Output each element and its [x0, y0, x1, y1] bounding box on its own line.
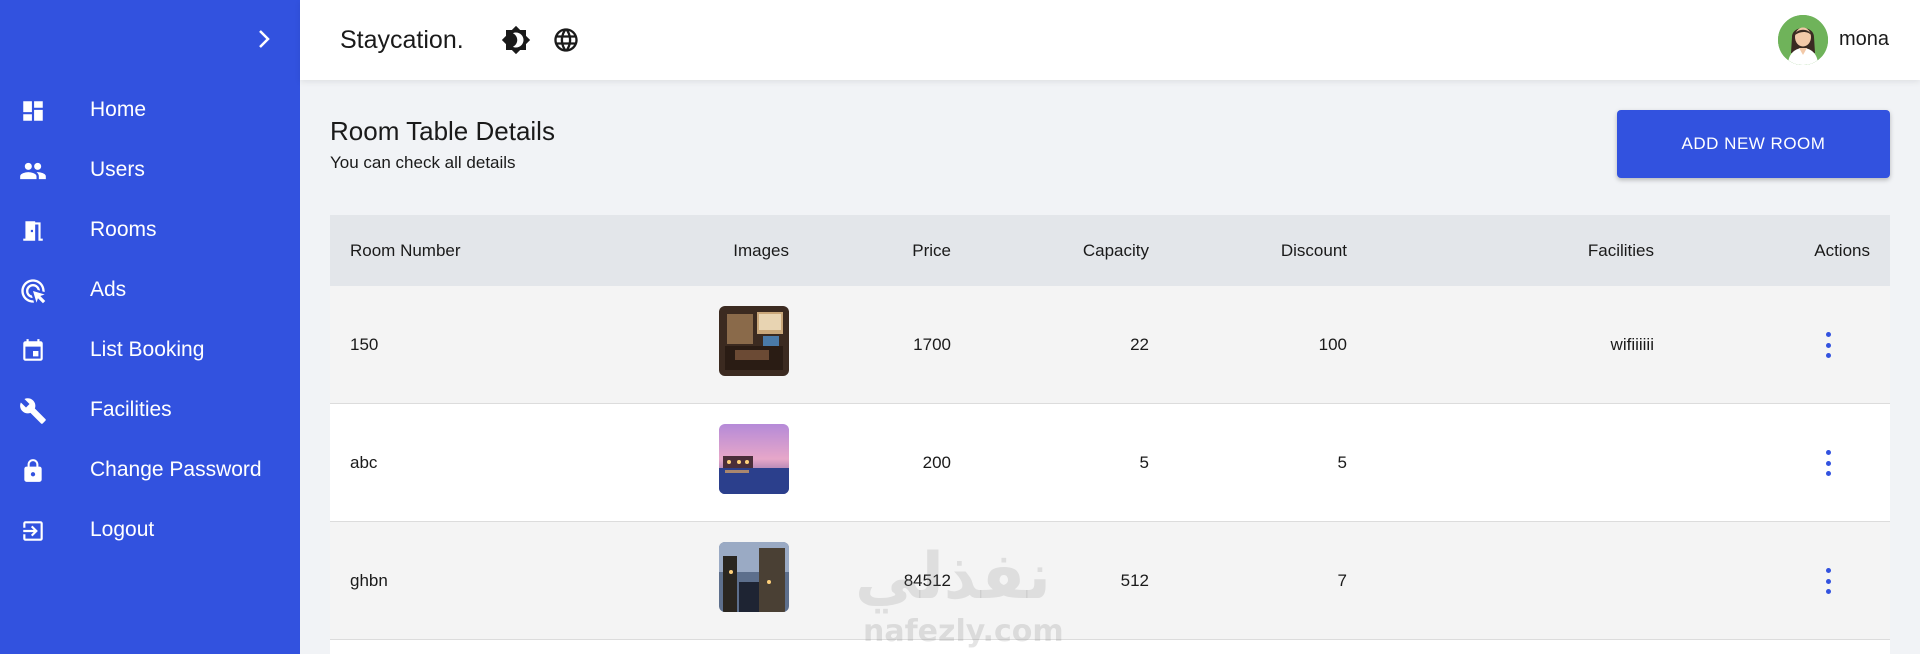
dashboard-icon	[19, 97, 47, 125]
room-number-cell: ghbn	[350, 571, 388, 590]
sidebar-item-facilities[interactable]: Facilities	[0, 385, 300, 435]
sidebar-item-label: List Booking	[90, 338, 205, 361]
column-header-images: Images	[733, 241, 789, 260]
avatar[interactable]	[1778, 15, 1828, 65]
page-subtitle: You can check all details	[330, 153, 516, 172]
table-header: Room Number Images Price Capacity Discou…	[330, 215, 1890, 286]
add-new-room-button[interactable]: ADD NEW ROOM	[1617, 110, 1890, 178]
discount-cell: 100	[1318, 335, 1347, 354]
sidebar-item-label: Facilities	[90, 398, 172, 421]
room-number-cell: 150	[350, 335, 379, 354]
room-thumbnail[interactable]	[719, 542, 789, 612]
page-title: Room Table Details	[330, 116, 555, 146]
table-row: abc 200 5 5	[330, 404, 1890, 522]
users-icon	[19, 157, 47, 185]
sidebar-toggle-chevron-right-icon[interactable]	[252, 27, 276, 51]
sidebar-item-list-booking[interactable]: List Booking	[0, 325, 300, 375]
lock-icon	[19, 457, 47, 485]
room-thumbnail[interactable]	[719, 424, 789, 494]
sidebar-item-label: Ads	[90, 278, 127, 301]
sidebar-item-label: Home	[90, 98, 147, 121]
facilities-cell: wifiiiiii	[1610, 335, 1654, 354]
sidebar-item-users[interactable]: Users	[0, 145, 300, 195]
discount-cell: 5	[1337, 453, 1347, 472]
sidebar-item-label: Rooms	[90, 218, 157, 241]
door-icon	[19, 217, 47, 245]
table-row: 150 1700 22 100 wifiiiiii	[330, 286, 1890, 404]
room-thumbnail[interactable]	[719, 306, 789, 376]
table-row: ghbn 84512 512 7	[330, 522, 1890, 640]
row-actions-more-icon[interactable]	[1822, 332, 1834, 358]
discount-cell: 7	[1337, 571, 1347, 590]
sidebar-item-label: Logout	[90, 518, 155, 541]
ads-click-icon	[19, 277, 47, 305]
room-number-cell: abc	[350, 453, 378, 472]
rooms-table: Room Number Images Price Capacity Discou…	[330, 215, 1890, 654]
user-name[interactable]: mona	[1839, 28, 1889, 51]
sidebar-item-rooms[interactable]: Rooms	[0, 205, 300, 255]
sidebar: Home Users Rooms Ads List Booking Facili…	[0, 0, 300, 654]
price-cell: 84512	[903, 571, 951, 590]
brightness-toggle-icon[interactable]	[500, 24, 532, 56]
sidebar-item-label: Change Password	[90, 458, 262, 481]
sidebar-item-home[interactable]: Home	[0, 85, 300, 135]
column-header-room-number: Room Number	[350, 241, 461, 260]
column-header-actions: Actions	[1814, 241, 1870, 260]
price-cell: 1700	[913, 335, 951, 354]
row-actions-more-icon[interactable]	[1822, 568, 1834, 594]
price-cell: 200	[922, 453, 951, 472]
column-header-facilities: Facilities	[1587, 241, 1654, 260]
top-bar: Staycation. mona	[300, 0, 1920, 80]
column-header-price: Price	[912, 241, 951, 260]
column-header-capacity: Capacity	[1082, 241, 1149, 260]
row-actions-more-icon[interactable]	[1822, 450, 1834, 476]
language-globe-icon[interactable]	[550, 24, 582, 56]
sidebar-item-change-password[interactable]: Change Password	[0, 445, 300, 495]
logout-icon	[19, 517, 47, 545]
calendar-icon	[19, 337, 47, 365]
brand-title: Staycation.	[340, 26, 464, 54]
column-header-discount: Discount	[1280, 241, 1347, 260]
capacity-cell: 5	[1139, 453, 1149, 472]
sidebar-item-label: Users	[90, 158, 145, 181]
wrench-icon	[19, 397, 47, 425]
capacity-cell: 512	[1120, 571, 1149, 590]
sidebar-item-ads[interactable]: Ads	[0, 265, 300, 315]
sidebar-item-logout[interactable]: Logout	[0, 505, 300, 555]
capacity-cell: 22	[1130, 335, 1149, 354]
